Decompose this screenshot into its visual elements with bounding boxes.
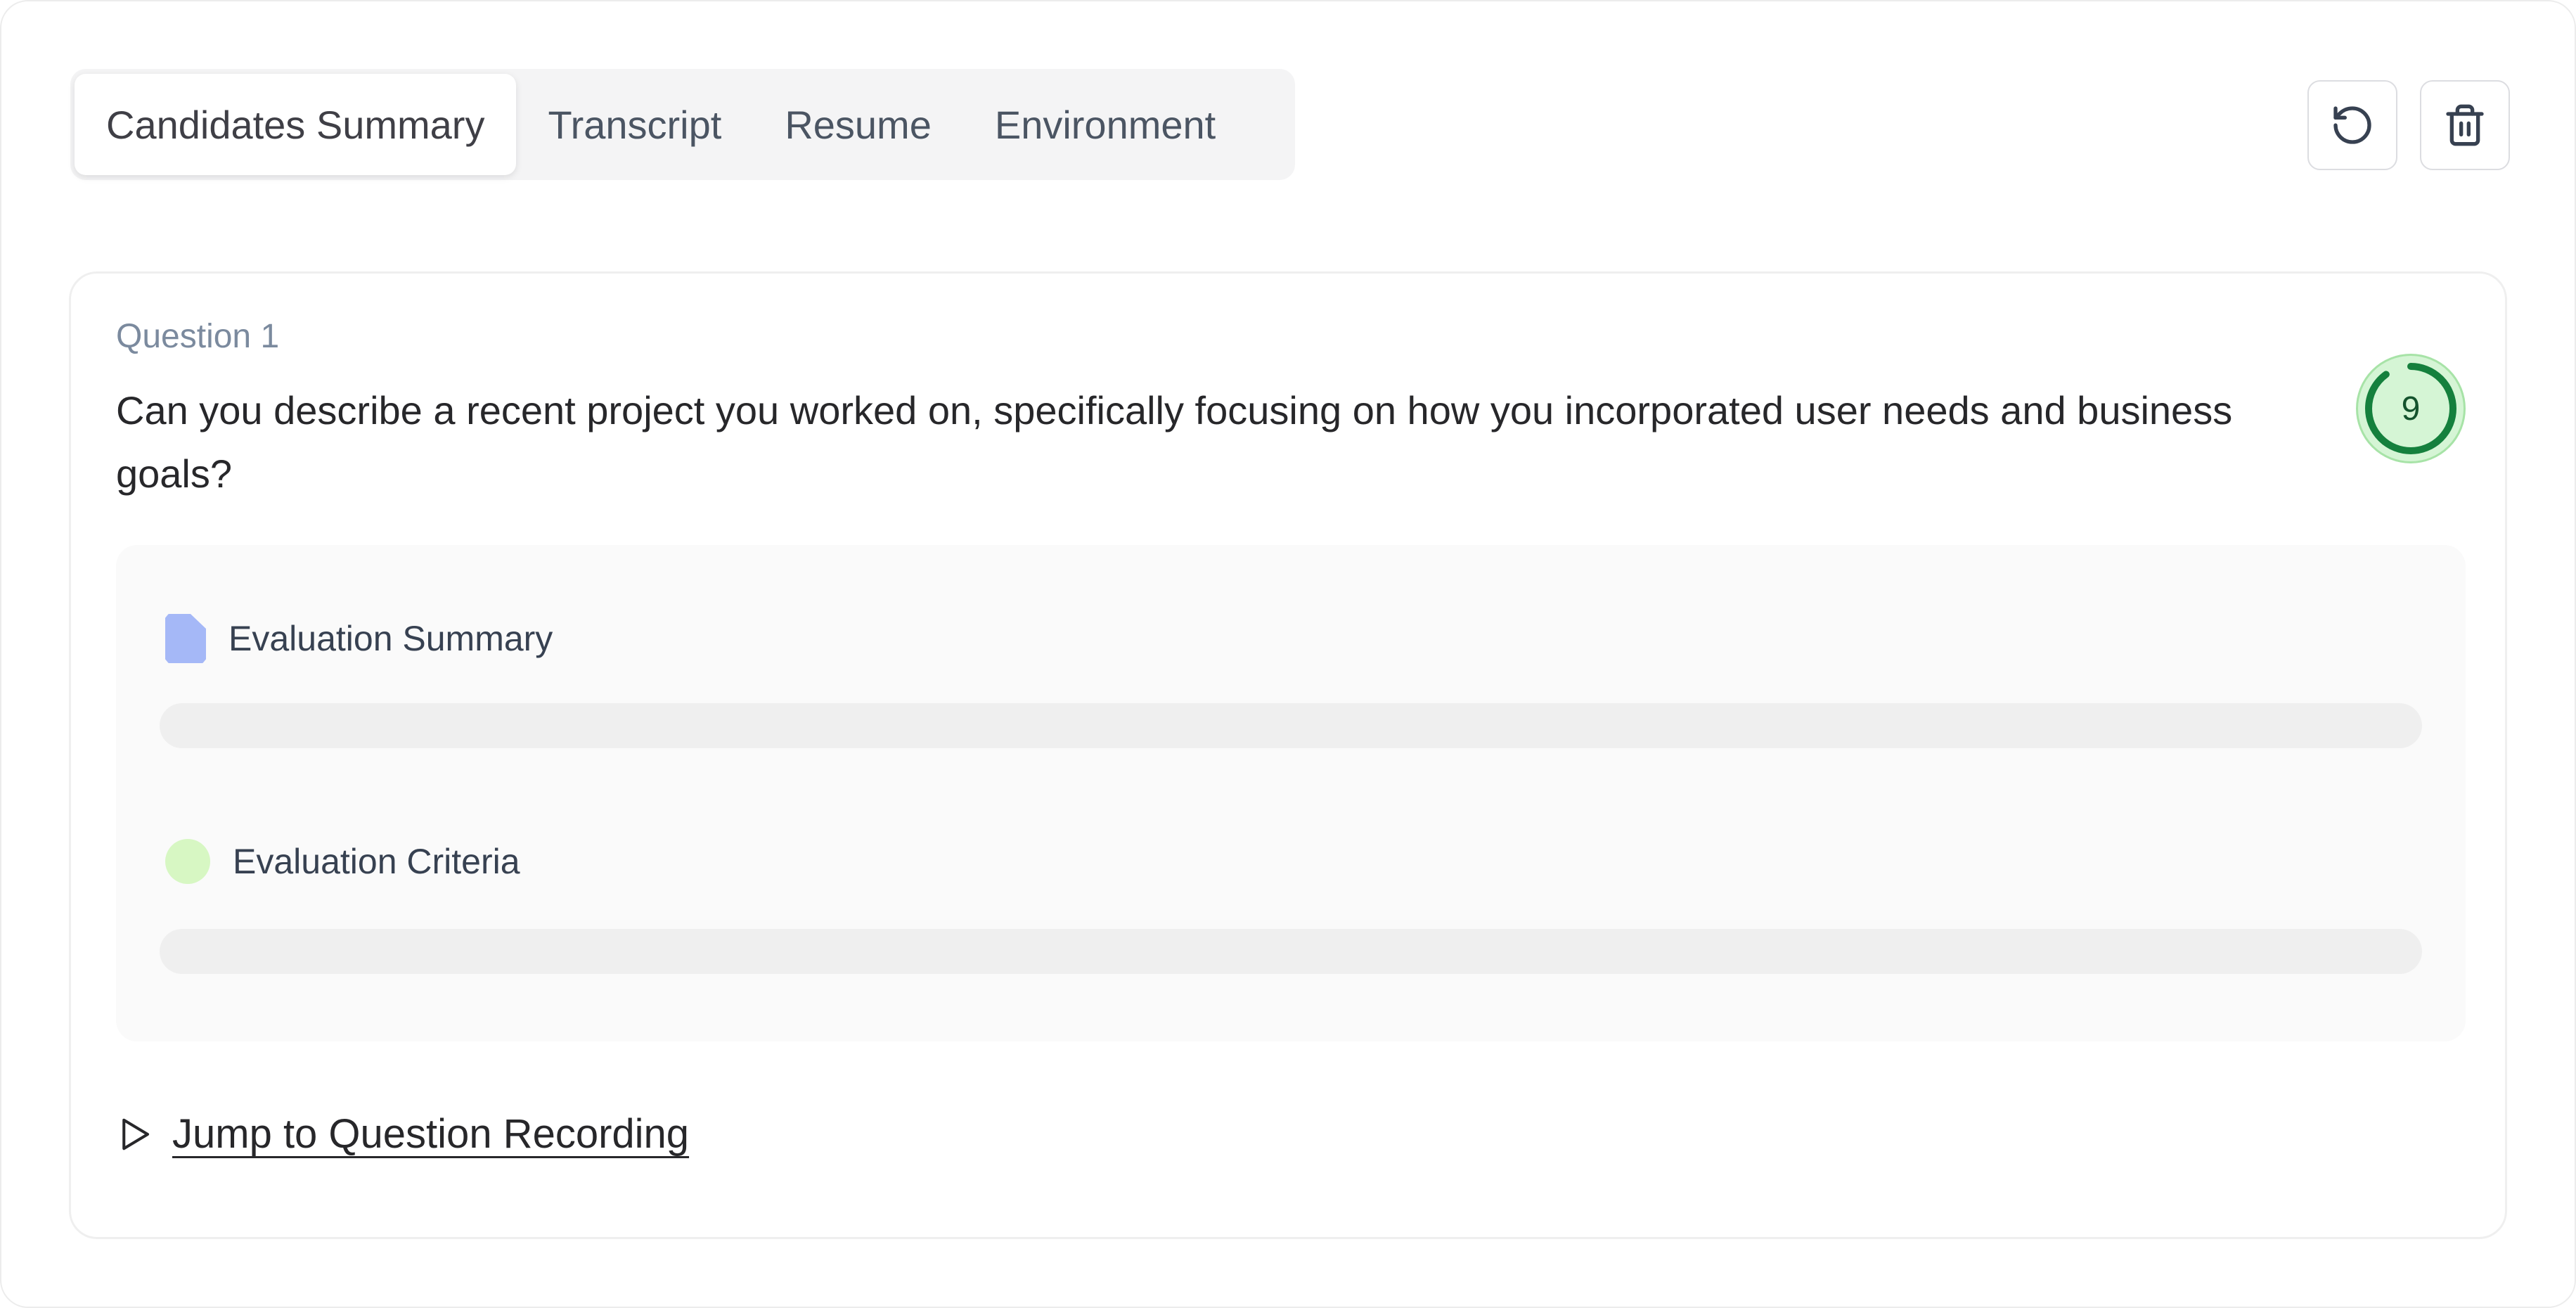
score-value: 9 <box>2401 390 2421 428</box>
tab-environment[interactable]: Environment <box>963 74 1247 175</box>
question-card: Question 1 Can you describe a recent pro… <box>69 271 2507 1239</box>
delete-button[interactable] <box>2420 80 2510 170</box>
jump-to-recording-link[interactable]: Jump to Question Recording <box>172 1110 689 1158</box>
score-badge: 9 <box>2356 354 2466 463</box>
play-icon <box>122 1118 150 1150</box>
evaluation-criteria-header: Evaluation Criteria <box>165 839 520 884</box>
tab-transcript[interactable]: Transcript <box>516 74 753 175</box>
dot-icon <box>165 839 210 884</box>
tab-bar: Candidates Summary Transcript Resume Env… <box>70 69 1295 180</box>
tab-candidates-summary[interactable]: Candidates Summary <box>75 74 517 175</box>
evaluation-panel: Evaluation Summary Evaluation Criteria <box>116 545 2466 1041</box>
jump-to-recording[interactable]: Jump to Question Recording <box>116 1110 689 1158</box>
evaluation-summary-skeleton <box>160 703 2422 748</box>
tab-resume[interactable]: Resume <box>753 74 963 175</box>
question-text: Can you describe a recent project you wo… <box>116 388 2233 496</box>
refresh-button[interactable] <box>2307 80 2397 170</box>
evaluation-summary-header: Evaluation Summary <box>165 614 553 663</box>
document-icon <box>165 614 206 663</box>
evaluation-criteria-label: Evaluation Criteria <box>233 842 520 881</box>
question-number: Question 1 <box>116 318 280 355</box>
rotate-ccw-icon <box>2333 106 2371 144</box>
panel-frame: Candidates Summary Transcript Resume Env… <box>0 0 2576 1308</box>
evaluation-summary-label: Evaluation Summary <box>228 619 553 658</box>
evaluation-criteria-skeleton <box>160 929 2422 974</box>
trash-icon <box>2446 104 2484 146</box>
